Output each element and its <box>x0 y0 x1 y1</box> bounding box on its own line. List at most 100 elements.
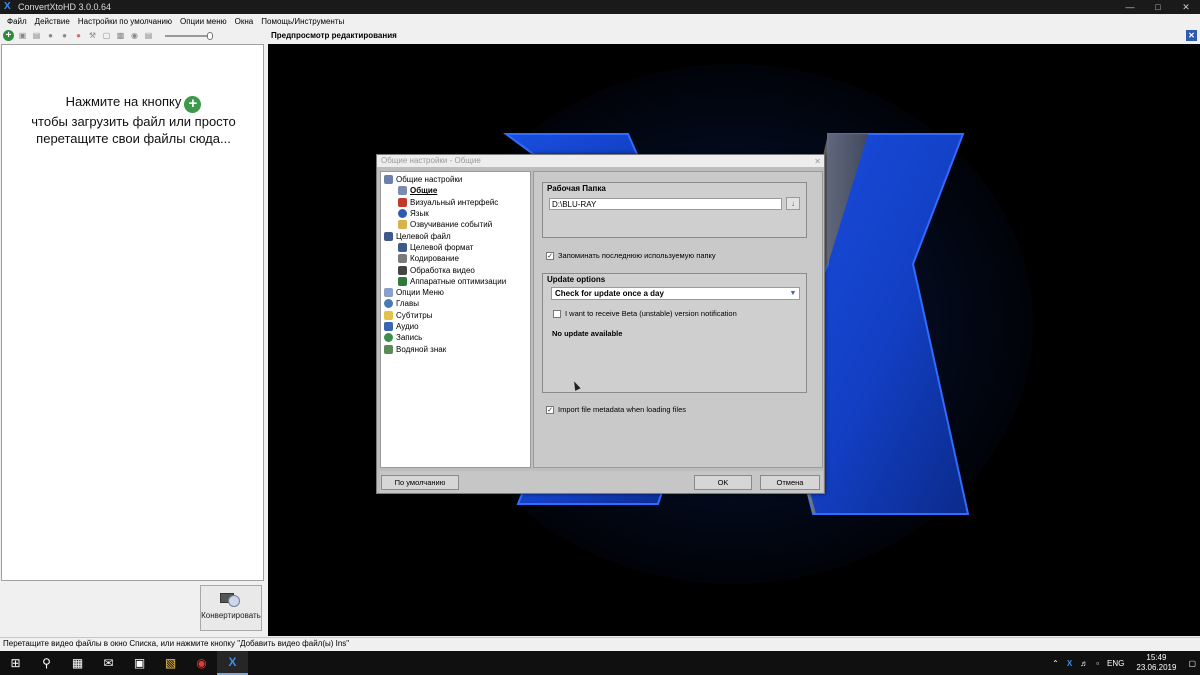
save-icon[interactable]: ▣ <box>17 30 28 41</box>
globe-icon[interactable]: ◉ <box>129 30 140 41</box>
tree-item-hardware-optimizations[interactable]: Аппаратные оптимизации <box>384 276 530 287</box>
tree-item-chapters[interactable]: Главы <box>384 298 530 309</box>
clock-icon <box>384 299 393 309</box>
tree-item-general-settings[interactable]: Общие настройки <box>384 174 530 185</box>
network-icon[interactable]: ▫ <box>1092 659 1103 668</box>
clock[interactable]: 15:49 23.06.2019 <box>1128 653 1184 673</box>
general-icon <box>398 186 407 196</box>
tree-item-video-processing[interactable]: Обработка видео <box>384 264 530 275</box>
import-metadata-check-icon[interactable]: ✓ <box>546 405 554 414</box>
chevron-down-icon[interactable]: ▼ <box>788 289 798 298</box>
work-folder-title: Рабочая Папка <box>547 184 606 193</box>
work-folder-input[interactable]: D:\BLU-RAY <box>549 198 782 210</box>
drop-hint-line3: перетащите свои файлы сюда... <box>36 131 231 146</box>
move-down-icon[interactable]: ● <box>59 30 70 41</box>
default-button[interactable]: По умолчанию <box>381 475 459 490</box>
tree-item-visual-interface[interactable]: Визуальный интерфейс <box>384 197 530 208</box>
tree-item-event-sounds[interactable]: Озвучивание событий <box>384 219 530 230</box>
app-logo-icon: X <box>4 1 11 12</box>
convert-icon <box>220 591 242 607</box>
remember-folder-checkbox[interactable]: ✓ Запоминать последнюю используемую папк… <box>546 251 716 260</box>
tools-icon[interactable]: ⚒ <box>87 30 98 41</box>
import-metadata-checkbox[interactable]: ✓ Import file metadata when loading file… <box>546 405 686 414</box>
tree-item-general[interactable]: Общие <box>384 185 530 196</box>
add-file-icon[interactable]: + <box>3 30 14 41</box>
clock-time: 15:49 <box>1146 653 1167 662</box>
system-tray: ⌃ X ♬ ▫ ENG 15:49 23.06.2019 ▢ <box>1048 651 1200 675</box>
menu-help[interactable]: Помощь/Инструменты <box>257 17 348 26</box>
gear-icon <box>398 254 407 264</box>
update-options-group: Update options Check for update once a d… <box>542 273 807 393</box>
mail-icon[interactable]: ✉ <box>93 651 124 675</box>
update-options-title: Update options <box>547 275 606 284</box>
work-folder-group: Рабочая Папка D:\BLU-RAY ↓ <box>542 182 807 238</box>
preview-close-icon[interactable]: ✕ <box>1186 30 1197 41</box>
menu-defaults[interactable]: Настройки по умолчанию <box>74 17 176 26</box>
menu-bar: Файл Действие Настройки по умолчанию Опц… <box>0 14 1200 28</box>
monitor-icon <box>384 231 393 241</box>
preview-header: Предпросмотр редактирования ✕ <box>268 28 1200 43</box>
drop-hint: Нажмите на кнопку + чтобы загрузить файл … <box>2 93 265 147</box>
disc-icon <box>384 333 393 343</box>
convertx-tray-icon[interactable]: X <box>1063 659 1076 668</box>
tree-item-burning[interactable]: Запись <box>384 332 530 343</box>
settings-gear-icon <box>384 175 393 185</box>
dialog-close-icon[interactable]: ✕ <box>814 156 821 168</box>
blank-icon[interactable]: ▢ <box>101 30 112 41</box>
file-list-panel[interactable]: Нажмите на кнопку + чтобы загрузить файл … <box>1 44 264 581</box>
add-file-plus-icon[interactable]: + <box>184 96 202 113</box>
tree-item-encoding[interactable]: Кодирование <box>384 253 530 264</box>
tree-item-target-file[interactable]: Целевой файл <box>384 230 530 241</box>
menu-windows[interactable]: Окна <box>231 17 258 26</box>
convert-button[interactable]: Конвертировать <box>200 585 262 631</box>
watermark-icon <box>384 344 393 354</box>
notifications-icon[interactable]: ▢ <box>1184 659 1200 668</box>
document-icon[interactable]: ▤ <box>143 30 154 41</box>
menu-file[interactable]: Файл <box>3 17 31 26</box>
language-indicator[interactable]: ENG <box>1103 659 1128 668</box>
convert-button-label: Конвертировать <box>201 611 261 620</box>
tree-item-menu-options[interactable]: Опции Меню <box>384 287 530 298</box>
maximize-icon[interactable]: □ <box>1144 0 1172 14</box>
tree-item-language[interactable]: Язык <box>384 208 530 219</box>
ok-button[interactable]: OK <box>694 475 752 490</box>
menu-action[interactable]: Действие <box>31 17 74 26</box>
settings-content: Рабочая Папка D:\BLU-RAY ↓ ✓ Запоминать … <box>533 171 823 468</box>
dialog-title-bar: Общие настройки - Общие ✕ <box>377 155 824 167</box>
close-icon[interactable]: ✕ <box>1172 0 1200 14</box>
monitor-icon[interactable]: ▩ <box>115 30 126 41</box>
zoom-slider-knob[interactable] <box>207 31 213 40</box>
store-icon[interactable]: ▣ <box>124 651 155 675</box>
chapters-icon[interactable]: ▤ <box>31 30 42 41</box>
volume-icon[interactable]: ♬ <box>1076 659 1092 668</box>
menu-options[interactable]: Опции меню <box>176 17 231 26</box>
minimize-icon[interactable]: — <box>1116 0 1144 14</box>
title-bar: X ConvertXtoHD 3.0.0.64 — □ ✕ <box>0 0 1200 14</box>
convertx-taskbar-icon[interactable]: X <box>217 651 248 675</box>
file-explorer-icon[interactable]: ▧ <box>155 651 186 675</box>
tree-item-subtitles[interactable]: Субтитры <box>384 310 530 321</box>
remember-folder-label: Запоминать последнюю используемую папку <box>558 251 716 260</box>
yandex-browser-icon[interactable]: ◉ <box>186 651 217 675</box>
search-icon[interactable]: ⚲ <box>31 651 62 675</box>
browse-folder-button[interactable]: ↓ <box>786 197 800 210</box>
show-hidden-icons-icon[interactable]: ⌃ <box>1048 659 1063 668</box>
chip-icon <box>398 276 407 286</box>
tree-item-watermark[interactable]: Водяной знак <box>384 343 530 354</box>
move-up-icon[interactable]: ● <box>45 30 56 41</box>
zoom-slider[interactable] <box>165 31 213 40</box>
start-windows-icon[interactable]: ⊞ <box>0 651 31 675</box>
task-view-icon[interactable]: ▦ <box>62 651 93 675</box>
update-frequency-select[interactable]: Check for update once a day ▼ <box>551 287 800 300</box>
cancel-button[interactable]: Отмена <box>760 475 820 490</box>
tree-item-target-format[interactable]: Целевой формат <box>384 242 530 253</box>
remove-icon[interactable]: ● <box>73 30 84 41</box>
menu-icon <box>384 288 393 298</box>
remember-folder-check-icon[interactable]: ✓ <box>546 251 554 260</box>
beta-check-icon[interactable] <box>553 309 561 318</box>
tree-item-audio[interactable]: Аудио <box>384 321 530 332</box>
import-metadata-label: Import file metadata when loading files <box>558 405 686 414</box>
beta-notification-checkbox[interactable]: I want to receive Beta (unstable) versio… <box>553 309 737 318</box>
preview-title: Предпросмотр редактирования <box>271 31 397 40</box>
drop-hint-line1: Нажмите на кнопку <box>65 94 182 109</box>
